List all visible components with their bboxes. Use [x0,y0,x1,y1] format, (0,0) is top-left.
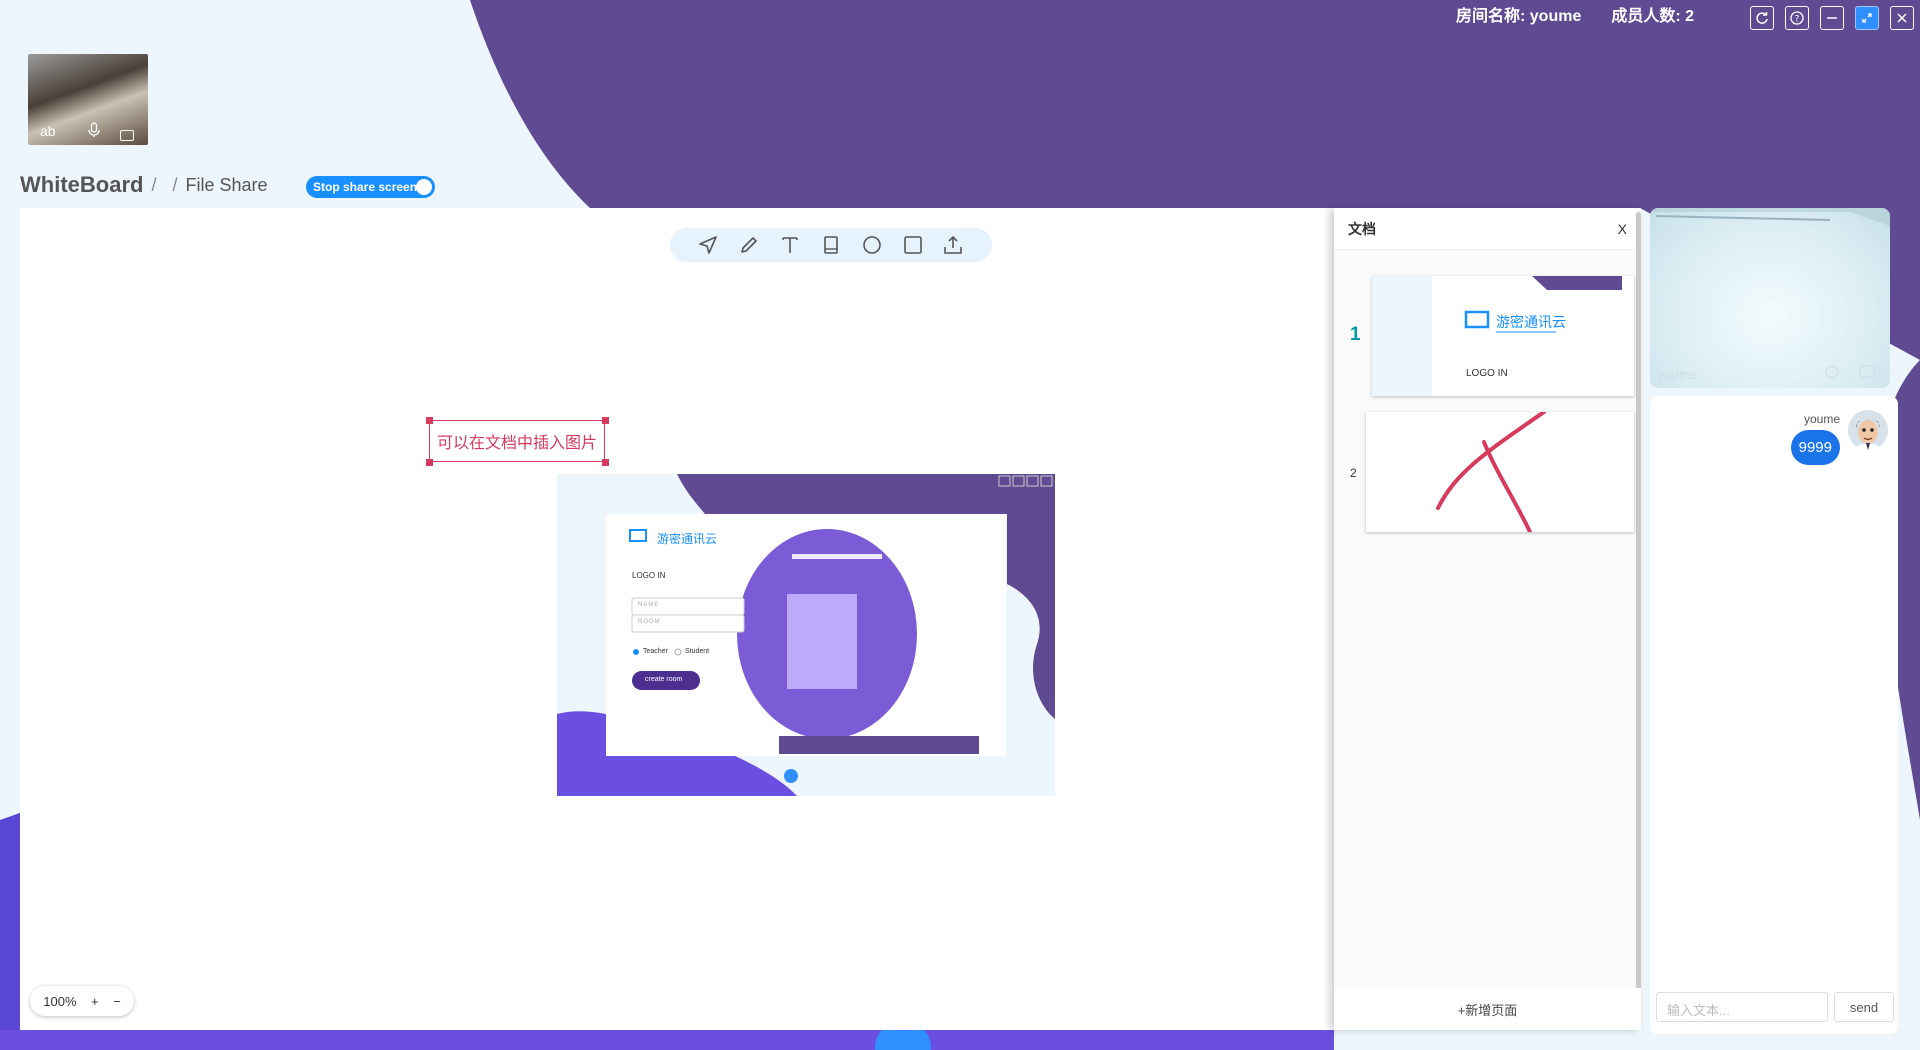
self-video-name: ab [40,123,56,139]
resize-handle[interactable] [426,417,433,424]
camera-icon[interactable] [120,130,134,141]
send-button-label: send [1849,999,1879,1015]
embedded-logo-text: 游密通讯云 [657,532,718,546]
page-thumbnail[interactable] [1366,412,1634,532]
scrollbar[interactable] [1636,212,1641,992]
restore-icon[interactable] [1855,6,1879,30]
document-panel: 文档 X 1 游密通讯云 LOGO IN 2 +新增页面 [1334,208,1641,1030]
thumbnail-logo-text: 游密通讯云 [1496,314,1566,330]
document-panel-close-button[interactable]: X [1618,221,1627,237]
room-name: 房间名称: youme [1456,8,1582,25]
book-icon[interactable] [818,232,844,258]
embedded-image[interactable]: 游密通讯云 LOGO IN NAME ROOM Teacher Student … [557,474,1055,796]
send-button[interactable]: send [1834,992,1894,1022]
text-annotation-content: 可以在文档中插入图片 [436,435,597,452]
embedded-login-title: LOGO IN [632,571,666,580]
chat-message-bubble: 9999 [1790,430,1840,465]
thumbnail-login-title: LOGO IN [1466,368,1508,379]
share-screen-toggle[interactable]: Stop share screen [306,176,435,198]
zoom-in-button[interactable]: + [91,994,99,1009]
room-info: 房间名称: youme 成员人数: 2 [1456,6,1694,28]
close-icon[interactable] [1890,6,1914,30]
document-panel-title: 文档 [1348,220,1376,237]
resize-handle[interactable] [602,417,609,424]
text-icon[interactable] [777,232,803,258]
document-panel-header: 文档 X [1334,208,1641,250]
pencil-icon[interactable] [736,232,762,258]
breadcrumb-separator: / [151,174,157,195]
share-screen-toggle-label: Stop share screen [313,180,418,194]
embedded-name-field: NAME [638,602,660,608]
microphone-icon[interactable] [88,122,100,141]
breadcrumb-root[interactable]: WhiteBoard [20,172,143,198]
window-controls: ? [1750,6,1914,30]
avatar [1848,410,1888,450]
refresh-icon[interactable] [1750,6,1774,30]
remote-video[interactable]: youme [1650,208,1890,388]
drawing-toolbar [670,228,992,262]
breadcrumb: WhiteBoard / / File Share [20,172,268,198]
whiteboard-canvas[interactable]: 可以在文档中插入图片 游密通讯云 LOGO IN NAME ROOM Teach… [20,208,1334,1030]
remote-video-frame [1650,208,1890,379]
page-number: 2 [1350,466,1357,480]
svg-text:?: ? [1795,15,1800,25]
zoom-level: 100% [43,993,77,1009]
remote-video-name: youme [1658,367,1698,382]
chat-input-placeholder: 输入文本... [1667,1003,1730,1018]
chat-panel: youme 9999 输入文本... send [1650,396,1898,1034]
pointer-icon[interactable] [695,232,721,258]
breadcrumb-separator: / [172,174,178,195]
help-icon[interactable]: ? [1785,6,1809,30]
text-annotation[interactable]: 可以在文档中插入图片 [429,420,605,462]
zoom-out-button[interactable]: − [113,994,121,1009]
add-page-button[interactable]: +新增页面 [1334,988,1641,1030]
rectangle-icon[interactable] [900,232,926,258]
resize-handle[interactable] [602,459,609,466]
member-count: 成员人数: 2 [1611,8,1695,25]
upload-icon[interactable] [940,232,966,258]
embedded-image-art [557,474,1055,796]
breadcrumb-current: File Share [185,174,268,195]
minimize-icon[interactable] [1820,6,1844,30]
chat-input[interactable]: 输入文本... [1656,992,1828,1022]
embedded-room-field: ROOM [638,619,661,625]
chat-message-user: youme [1803,412,1840,426]
embedded-create-button: create room [645,676,683,683]
circle-icon[interactable] [859,232,885,258]
add-page-label: +新增页面 [1457,1002,1518,1018]
toggle-knob [416,179,432,195]
resize-handle[interactable] [426,459,433,466]
page-thumbnail[interactable]: 游密通讯云 LOGO IN [1372,276,1634,396]
embedded-role-teacher: Teacher [643,648,668,655]
self-video[interactable]: ab [28,54,148,145]
zoom-control: 100% + − [30,986,134,1016]
page-number: 1 [1350,324,1361,345]
embedded-role-student: Student [685,648,710,655]
page-thumbnail-sketch [1436,412,1546,532]
